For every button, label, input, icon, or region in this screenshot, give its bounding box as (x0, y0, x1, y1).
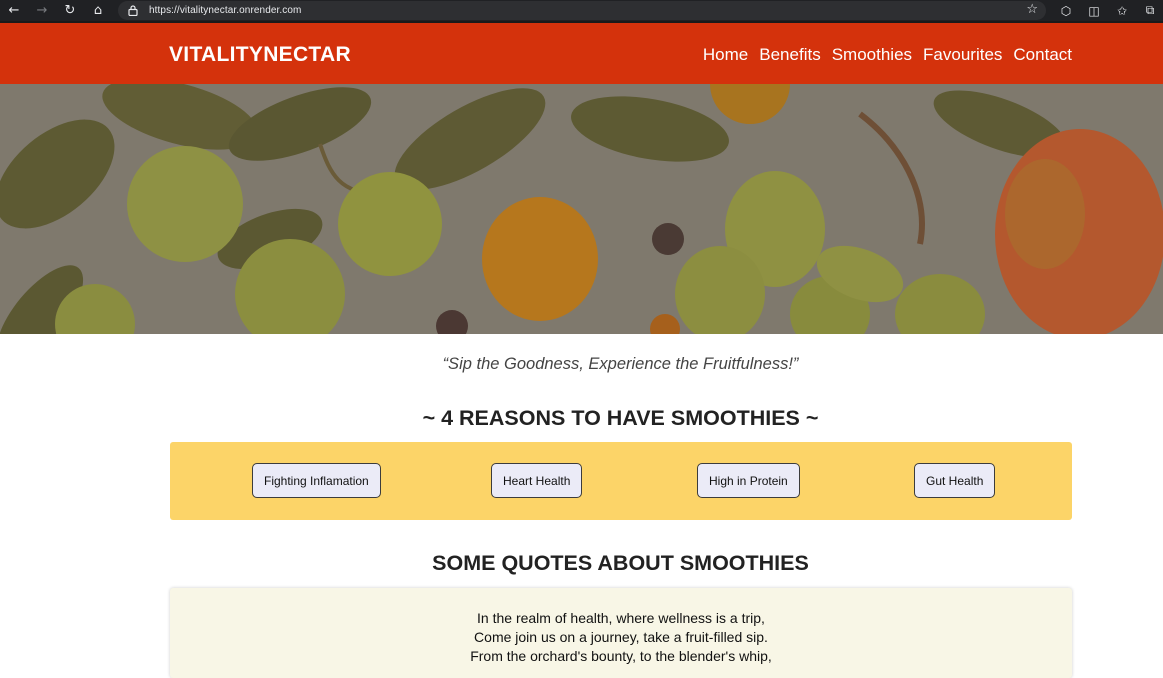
reasons-heading: ~ 4 REASONS TO HAVE SMOOTHIES ~ (422, 406, 819, 430)
extensions-icon[interactable]: ⬡ (1057, 4, 1075, 18)
nav-contact[interactable]: Contact (1013, 45, 1072, 65)
browser-toolbar: ← → ↻ ⌂ https://vitalitynectar.onrender.… (0, 0, 1163, 21)
split-screen-icon[interactable]: ◫ (1085, 4, 1103, 18)
site-logo[interactable]: VITALITYNECTAR (169, 43, 351, 67)
url-text[interactable]: https://vitalitynectar.onrender.com (149, 5, 301, 16)
reload-icon[interactable]: ↻ (59, 0, 81, 21)
favorites-icon[interactable]: ✩ (1113, 4, 1131, 18)
back-icon[interactable]: ← (3, 0, 25, 21)
nav-benefits[interactable]: Benefits (759, 45, 820, 65)
collections-icon[interactable]: ⧉ (1141, 3, 1159, 18)
quotes-panel: In the realm of health, where wellness i… (170, 588, 1072, 678)
quote-line: From the orchard's bounty, to the blende… (470, 648, 772, 664)
reasons-panel: Fighting Inflamation Heart Health High i… (170, 442, 1072, 520)
logo-part-vitality: VITALITY (169, 43, 264, 66)
high-in-protein-button[interactable]: High in Protein (697, 463, 800, 498)
logo-part-nectar: NECTAR (263, 43, 351, 66)
hero-fruit-image (0, 84, 1163, 334)
heart-health-button[interactable]: Heart Health (491, 463, 583, 498)
gut-health-button[interactable]: Gut Health (914, 463, 996, 498)
site-header: VITALITYNECTAR Home Benefits Smoothies F… (0, 21, 1163, 84)
browser-extension-icons: ⬡ ◫ ✩ ⧉ (1057, 0, 1159, 21)
fighting-inflammation-button[interactable]: Fighting Inflamation (252, 463, 381, 498)
forward-icon[interactable]: → (31, 0, 53, 21)
lock-icon[interactable] (128, 5, 142, 16)
nav-favourites[interactable]: Favourites (923, 45, 1002, 65)
browser-nav-buttons: ← → ↻ ⌂ (3, 0, 109, 21)
home-icon[interactable]: ⌂ (87, 0, 109, 21)
main-nav: Home Benefits Smoothies Favourites Conta… (703, 45, 1072, 65)
quote-line: Come join us on a journey, take a fruit-… (474, 629, 768, 645)
star-icon[interactable]: ☆ (1026, 2, 1038, 17)
nav-smoothies[interactable]: Smoothies (832, 45, 912, 65)
tagline: “Sip the Goodness, Experience the Fruitf… (442, 355, 799, 373)
quotes-heading: SOME QUOTES ABOUT SMOOTHIES (432, 551, 809, 575)
quote-line: In the realm of health, where wellness i… (477, 610, 765, 626)
nav-home[interactable]: Home (703, 45, 748, 65)
address-bar[interactable]: https://vitalitynectar.onrender.com ☆ (118, 1, 1046, 20)
